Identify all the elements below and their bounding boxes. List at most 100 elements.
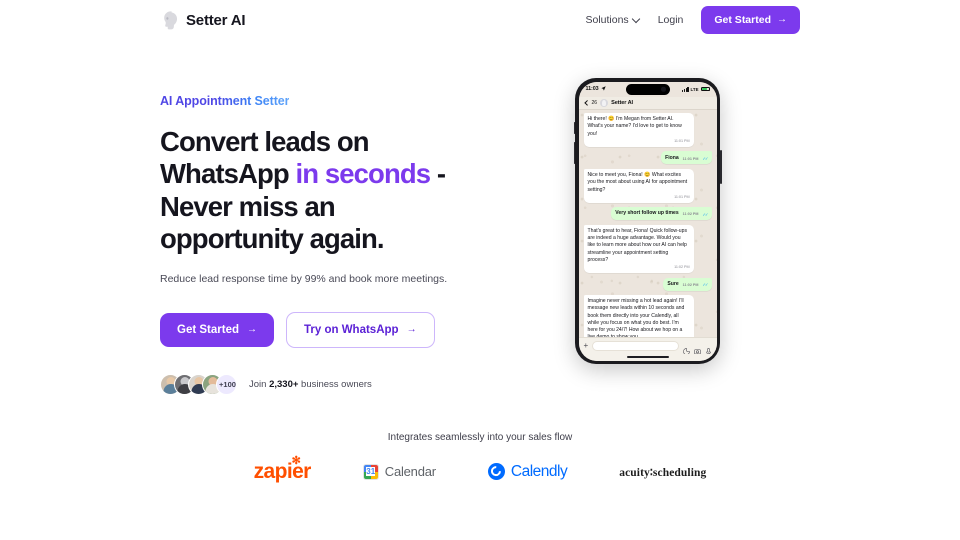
- nav-cta-label: Get Started: [714, 14, 771, 26]
- message-text: Imagine never missing a hot lead again! …: [587, 298, 685, 336]
- hero-subheadline: Reduce lead response time by 99% and boo…: [160, 272, 448, 285]
- nav-get-started-button[interactable]: Get Started →: [701, 6, 800, 34]
- message-time: 11:01 PM: [674, 139, 690, 144]
- phone-status-bar: 11:03 LTE: [578, 81, 717, 97]
- chat-contact-name: Setter AI: [611, 99, 633, 106]
- plus-icon[interactable]: +: [584, 341, 589, 350]
- calendly-logo: [487, 463, 505, 480]
- hero-get-started-button[interactable]: Get Started →: [160, 312, 274, 347]
- landing-page: Setter AI Solutions Login Get Started → …: [0, 0, 960, 540]
- arrow-right-icon: →: [247, 323, 257, 335]
- message-time: 11:02 PM: [682, 282, 699, 287]
- avatar-overflow-badge: +100: [216, 373, 237, 395]
- front-camera-icon: [661, 87, 666, 92]
- page-title: Convert leads on WhatsApp in seconds - N…: [160, 126, 452, 256]
- dynamic-island: [625, 83, 670, 95]
- hero-content: AI Appointment Setter Convert leads on W…: [160, 92, 460, 395]
- social-proof-text: Join 2,330+ business owners: [249, 379, 372, 390]
- integrations-section: Integrates seamlessly into your sales fl…: [0, 432, 960, 482]
- zapier-label: zapier: [253, 460, 312, 483]
- chat-bubble-outgoing: Very short follow up times 11:02 PM ✓✓: [611, 207, 712, 221]
- chat-row: Nice to meet you, Fiona! 😊 What excites …: [583, 168, 712, 203]
- zapier-star-icon: ✻: [291, 455, 301, 467]
- integration-calendly[interactable]: Calendly: [487, 462, 568, 481]
- integration-google-calendar[interactable]: 31 Calendar: [362, 463, 436, 480]
- chat-row: Hi there! 😊 I'm Megan from Setter AI. Wh…: [583, 113, 712, 147]
- chat-row: Sure 11:02 PM ✓✓: [584, 277, 712, 291]
- message-text: Nice to meet you, Fiona! 😊 What excites …: [587, 172, 688, 193]
- chat-header: 26 Setter AI: [578, 96, 717, 110]
- hero-secondary-cta-label: Try on WhatsApp: [304, 323, 399, 336]
- network-type-label: LTE: [690, 86, 699, 92]
- status-indicators: LTE: [682, 86, 711, 92]
- chat-composer: +: [578, 336, 717, 355]
- proof-count: 2,330+: [269, 378, 299, 390]
- battery-icon: [700, 86, 711, 92]
- proof-suffix: business owners: [298, 378, 372, 390]
- zapier-logo: zapier ✻: [253, 456, 312, 483]
- chevron-down-icon: [633, 16, 640, 23]
- message-time: 11:01 PM: [674, 194, 690, 199]
- home-indicator: [578, 353, 717, 361]
- calendly-label: Calendly: [510, 462, 568, 480]
- sticker-icon[interactable]: [682, 342, 690, 355]
- phone-mute-switch: [573, 122, 576, 134]
- location-arrow-icon: [600, 85, 606, 93]
- hero-try-whatsapp-button[interactable]: Try on WhatsApp →: [286, 311, 435, 348]
- chat-row: Very short follow up times 11:02 PM ✓✓: [584, 207, 712, 221]
- phone-frame: 11:03 LTE 26 Setter AI Hi there! 😊 I'm M…: [573, 78, 722, 364]
- hero-eyebrow: AI Appointment Setter: [160, 94, 290, 108]
- hero-cta-row: Get Started → Try on WhatsApp →: [160, 311, 460, 348]
- chat-bubble-incoming: Imagine never missing a hot lead again! …: [583, 295, 694, 337]
- unread-count: 26: [591, 99, 598, 106]
- chat-bubble-incoming: That's great to hear, Fiona! Quick follo…: [583, 224, 694, 274]
- chat-bubble-outgoing: Sure 11:02 PM ✓✓: [663, 277, 712, 291]
- chat-message-list[interactable]: Hi there! 😊 I'm Megan from Setter AI. Wh…: [579, 110, 717, 337]
- chevron-left-icon[interactable]: [584, 100, 589, 105]
- headline-accent: in seconds: [295, 158, 432, 190]
- contact-avatar: [600, 98, 609, 107]
- message-time: 11:02 PM: [674, 265, 690, 270]
- message-text: Fiona: [665, 154, 679, 161]
- camera-icon[interactable]: [693, 342, 701, 355]
- google-calendar-logo: 31: [362, 463, 379, 480]
- message-text: Sure: [667, 280, 679, 287]
- integration-acuity-scheduling[interactable]: acuity∶scheduling: [619, 465, 706, 479]
- chat-bubble-incoming: Hi there! 😊 I'm Megan from Setter AI. Wh…: [583, 113, 694, 147]
- avatar-group: +100: [160, 373, 237, 395]
- top-navigation-bar: Setter AI Solutions Login Get Started →: [0, 0, 960, 40]
- chat-row: Fiona 11:01 PM ✓✓: [584, 151, 712, 165]
- message-text: Very short follow up times: [615, 210, 679, 217]
- brand-logo[interactable]: Setter AI: [160, 10, 246, 30]
- arrow-right-icon: →: [406, 323, 417, 335]
- integrations-title: Integrates seamlessly into your sales fl…: [387, 432, 573, 443]
- social-proof: +100 Join 2,330+ business owners: [160, 373, 460, 395]
- nav-item-solutions[interactable]: Solutions: [585, 14, 639, 26]
- integration-zapier[interactable]: zapier ✻: [253, 456, 312, 483]
- nav-links: Solutions Login Get Started →: [585, 6, 800, 34]
- head-profile-icon: [160, 10, 178, 30]
- arrow-right-icon: →: [777, 14, 787, 25]
- phone-mockup: 11:03 LTE 26 Setter AI Hi there! 😊 I'm M…: [573, 78, 722, 364]
- microphone-icon[interactable]: [705, 342, 712, 355]
- google-calendar-label: Calendar: [384, 464, 436, 479]
- cellular-bars-icon: [682, 86, 689, 92]
- google-calendar-date-badge: 31: [366, 467, 376, 476]
- phone-screen: 11:03 LTE 26 Setter AI Hi there! 😊 I'm M…: [578, 81, 717, 361]
- brand-name: Setter AI: [186, 11, 246, 29]
- read-receipt-icon: ✓✓: [702, 211, 708, 217]
- integration-logos: zapier ✻ 31 Calendar Calendly acuity∶sch…: [0, 456, 960, 483]
- status-time: 11:03: [585, 86, 599, 92]
- chat-bubble-outgoing: Fiona 11:01 PM ✓✓: [661, 151, 712, 165]
- proof-prefix: Join: [249, 378, 270, 390]
- message-input[interactable]: [592, 340, 679, 351]
- nav-item-login[interactable]: Login: [658, 14, 684, 26]
- message-text: That's great to hear, Fiona! Quick follo…: [587, 227, 688, 263]
- nav-solutions-label: Solutions: [585, 14, 629, 26]
- acuity-logo: acuity∶scheduling: [619, 466, 707, 479]
- chat-bubble-incoming: Nice to meet you, Fiona! 😊 What excites …: [583, 168, 694, 203]
- read-receipt-icon: ✓✓: [702, 155, 708, 161]
- chat-row: Imagine never missing a hot lead again! …: [583, 295, 712, 337]
- read-receipt-icon: ✓✓: [702, 282, 708, 288]
- chat-row: That's great to hear, Fiona! Quick follo…: [583, 224, 712, 274]
